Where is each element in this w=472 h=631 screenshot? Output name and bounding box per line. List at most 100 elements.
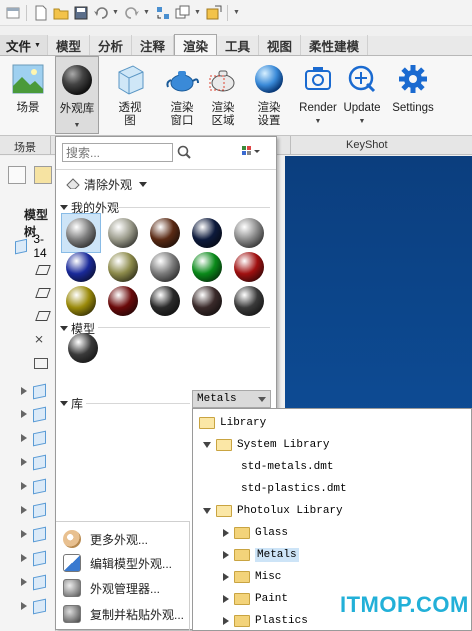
tree-root-row[interactable]: 3-14 [0,232,56,260]
redo-dropdown-icon[interactable]: ▼ [143,9,151,16]
model-appearance-swatch[interactable] [68,333,98,363]
tree-node-system-library[interactable]: System Library [203,435,329,455]
tree-item[interactable] [0,476,56,496]
grid-view-icon[interactable] [242,146,260,161]
tree-node-glass[interactable]: Glass [223,523,288,543]
appearance-swatch[interactable] [192,286,222,316]
expand-arrow-icon[interactable] [21,482,27,490]
expand-arrow-icon[interactable] [21,578,27,586]
tree-item[interactable] [0,524,56,544]
appearance-swatch[interactable] [66,286,96,316]
tab-view[interactable]: 视图 [259,35,302,55]
expand-arrow-icon[interactable] [21,554,27,562]
expand-arrow-icon[interactable] [203,508,211,514]
scene-button[interactable]: 场景 [8,56,48,115]
tab-analysis[interactable]: 分析 [90,35,132,55]
appearance-manager-item[interactable]: 外观管理器... [56,577,190,599]
appearance-swatch[interactable] [234,286,264,316]
keyshot-settings-button[interactable]: Settings [388,56,438,115]
appearance-swatch[interactable] [150,218,180,248]
window-icon[interactable] [4,4,21,21]
save-icon[interactable] [72,4,89,21]
appearance-swatch[interactable] [150,286,180,316]
appearance-swatch[interactable] [234,218,264,248]
tree-node-photolux-library[interactable]: Photolux Library [203,501,343,521]
library-section[interactable]: 库 [60,395,83,412]
tree-node-std-plastics[interactable]: std-plastics.dmt [241,479,347,499]
tree-item[interactable] [0,452,56,472]
tree-item[interactable]: ⨯ [0,329,56,349]
render-region-button[interactable]: 渲染 区域 [203,56,243,128]
appearance-swatch[interactable] [108,286,138,316]
close-window-icon[interactable] [205,4,222,21]
appearance-swatch[interactable] [192,218,222,248]
render-setup-button[interactable]: 渲染 设置 [249,56,289,128]
tree-node-metals[interactable]: Metals [223,545,299,565]
expand-arrow-icon[interactable] [223,573,229,581]
tab-annotate[interactable]: 注释 [132,35,174,55]
expand-arrow-icon[interactable] [21,387,27,395]
tree-item[interactable] [0,500,56,520]
expand-arrow-icon[interactable] [21,410,27,418]
search-icon[interactable] [177,145,191,162]
appearance-library-button[interactable]: 外观库 ▼ [55,56,99,134]
appearance-swatch[interactable] [150,252,180,282]
appearance-swatch[interactable] [234,252,264,282]
tab-model[interactable]: 模型 [48,35,90,55]
keyshot-render-button[interactable]: Render ▼ [298,56,338,128]
perspective-button[interactable]: 透视 图 [110,56,150,128]
expand-arrow-icon[interactable] [21,530,27,538]
appearance-search-input[interactable] [62,143,173,162]
windows-icon[interactable] [174,4,191,21]
appearance-swatch[interactable] [192,252,222,282]
expand-arrow-icon[interactable] [21,434,27,442]
open-folder-icon[interactable] [52,4,69,21]
tab-flexible-modeling[interactable]: 柔性建模 [301,35,369,55]
tab-file[interactable]: 文件 ▼ [0,35,48,55]
expand-arrow-icon[interactable] [223,617,229,625]
expand-arrow-icon[interactable] [21,458,27,466]
render-window-button[interactable]: 渲染 窗口 [162,56,202,128]
folder-tab-icon[interactable] [34,166,52,184]
tree-item[interactable] [0,572,56,592]
regenerate-icon[interactable] [154,4,171,21]
copy-paste-appearance-item[interactable]: 复制并粘贴外观... [56,603,190,625]
tree-node-paint[interactable]: Paint [223,589,288,609]
more-appearances-item[interactable]: 更多外观... [56,528,190,550]
new-file-icon[interactable] [32,4,49,21]
expand-arrow-icon[interactable] [21,506,27,514]
tree-item[interactable] [0,353,56,373]
edit-model-appearances-item[interactable]: 编辑模型外观... [56,552,190,574]
tab-render[interactable]: 渲染 [174,34,218,55]
tab-tools[interactable]: 工具 [217,35,260,55]
keyshot-update-button[interactable]: Update ▼ [342,56,382,128]
undo-icon[interactable] [92,4,109,21]
clear-appearance-button[interactable]: 清除外观 [65,176,148,193]
tree-item[interactable] [0,548,56,568]
tree-node-plastics[interactable]: Plastics [223,611,308,631]
appearance-swatch[interactable] [66,252,96,282]
tree-item[interactable] [0,306,56,326]
windows-dropdown-icon[interactable]: ▼ [194,9,202,16]
clear-dropdown-icon[interactable] [139,182,148,187]
tree-item[interactable] [0,428,56,448]
expand-arrow-icon[interactable] [223,529,229,537]
tree-item[interactable] [0,381,56,401]
expand-arrow-icon[interactable] [203,442,211,448]
redo-icon[interactable] [123,4,140,21]
undo-dropdown-icon[interactable]: ▼ [112,9,120,16]
appearance-swatch[interactable] [108,218,138,248]
expand-arrow-icon[interactable] [223,551,229,559]
tree-node-library[interactable]: Library [199,413,266,433]
tree-node-misc[interactable]: Misc [223,567,281,587]
appearance-swatch[interactable] [66,218,96,248]
expand-arrow-icon[interactable] [223,595,229,603]
appearance-swatch[interactable] [108,252,138,282]
tree-item[interactable] [0,283,56,303]
expand-arrow-icon[interactable] [21,602,27,610]
tree-node-std-metals[interactable]: std-metals.dmt [241,457,333,477]
library-select[interactable]: Metals [192,390,271,408]
tree-item[interactable] [0,260,56,280]
model-tree-tab-icon[interactable] [8,166,26,184]
tree-item[interactable] [0,596,56,616]
